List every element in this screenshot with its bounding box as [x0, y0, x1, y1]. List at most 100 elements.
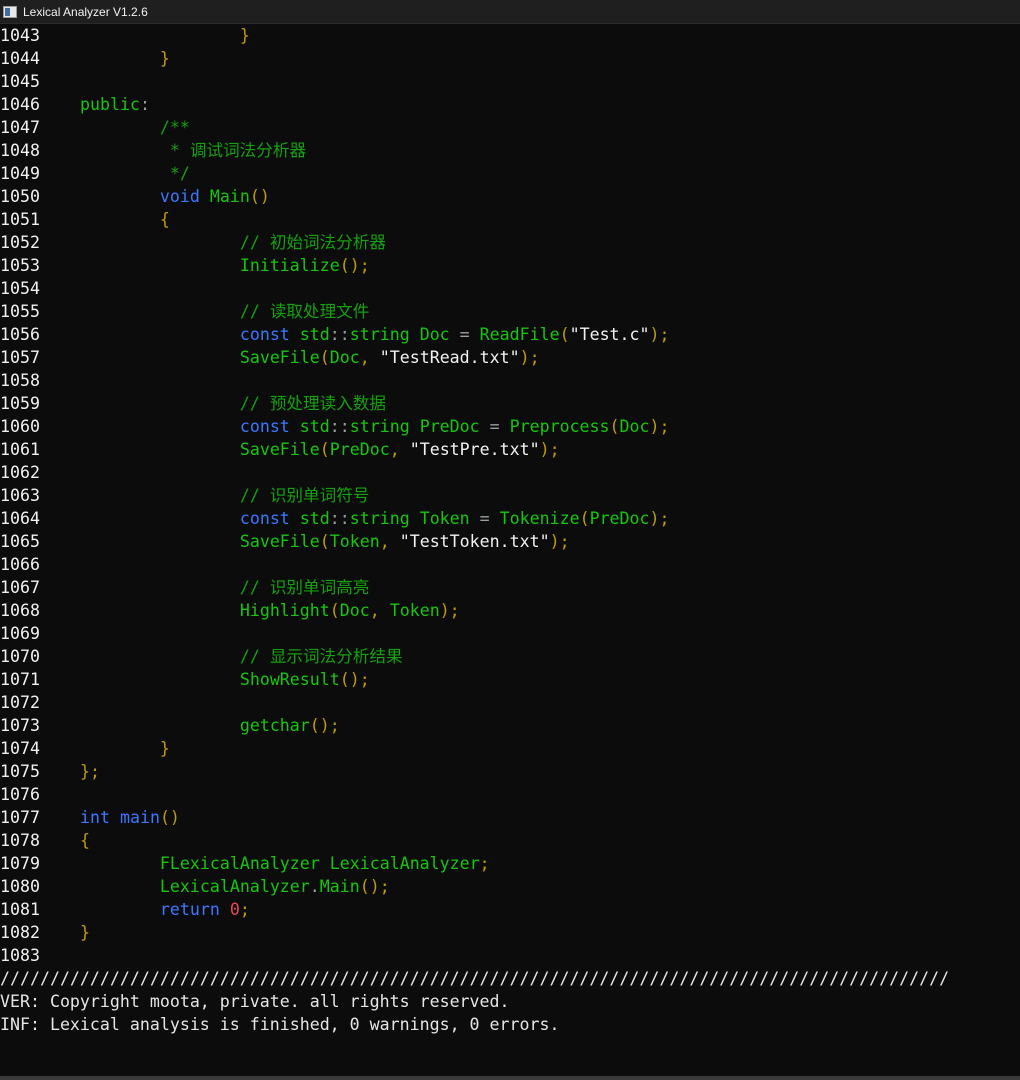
code-line: 1075};	[0, 760, 1020, 783]
code-line: 1049 */	[0, 162, 1020, 185]
code-token: const	[80, 509, 300, 528]
code-token: }	[80, 739, 170, 758]
code-line: 1065 SaveFile(Token, "TestToken.txt");	[0, 530, 1020, 553]
line-number: 1079	[0, 854, 40, 873]
code-token: main	[119, 808, 160, 827]
console-window-icon	[3, 5, 17, 18]
code-token: Doc	[339, 601, 370, 620]
line-number: 1064	[0, 509, 40, 528]
code-line: 1068 Highlight(Doc, Token);	[0, 599, 1020, 622]
info-line: INF: Lexical analysis is finished, 0 war…	[0, 1015, 560, 1034]
line-number: 1056	[0, 325, 40, 344]
code-token: Token	[329, 532, 380, 551]
line-number: 1066	[0, 555, 40, 574]
line-number: 1054	[0, 279, 40, 298]
line-number: 1049	[0, 164, 40, 183]
code-token: ,	[359, 348, 380, 367]
code-token: void	[80, 187, 210, 206]
line-number: 1070	[0, 647, 40, 666]
line-number: 1082	[0, 923, 40, 942]
code-token: // 识别单词符号	[80, 486, 370, 505]
code-token: ,	[389, 440, 410, 459]
line-number: 1060	[0, 417, 40, 436]
code-token: ::	[329, 325, 350, 344]
code-token: SaveFile	[80, 440, 320, 459]
code-line: 1080 LexicalAnalyzer.Main();	[0, 875, 1020, 898]
code-token: );	[439, 601, 460, 620]
code-token: string	[349, 325, 420, 344]
code-line: 1067 // 识别单词高亮	[0, 576, 1020, 599]
line-number: 1051	[0, 210, 40, 229]
code-token: Token	[419, 509, 480, 528]
code-token: const	[80, 325, 300, 344]
code-line: 1053 Initialize();	[0, 254, 1020, 277]
code-line: 1063 // 识别单词符号	[0, 484, 1020, 507]
code-token: (	[319, 532, 330, 551]
code-token: public	[80, 95, 140, 114]
code-token: );	[519, 348, 540, 367]
code-token: );	[649, 325, 670, 344]
code-token: SaveFile	[80, 348, 320, 367]
code-line: 1072	[0, 691, 1020, 714]
line-number: 1062	[0, 463, 40, 482]
code-token: "TestToken.txt"	[399, 532, 550, 551]
code-token: Doc	[329, 348, 360, 367]
code-token: ;	[479, 854, 490, 873]
code-token: Initialize	[80, 256, 340, 275]
code-token: LexicalAnalyzer	[329, 854, 480, 873]
code-line: 1043 }	[0, 24, 1020, 47]
code-listing: 1043 } 1044 } 1045 1046 public: 1047 /** 1048 …	[0, 24, 1020, 967]
line-number: 1076	[0, 785, 40, 804]
line-number: 1073	[0, 716, 40, 735]
code-token: (	[319, 348, 330, 367]
code-line: 1052 // 初始词法分析器	[0, 231, 1020, 254]
code-token: 0	[229, 900, 240, 919]
line-number: 1047	[0, 118, 40, 137]
line-number: 1077	[0, 808, 40, 827]
code-token: =	[479, 509, 500, 528]
code-token: std	[299, 417, 330, 436]
code-line: 1045	[0, 70, 1020, 93]
console-output[interactable]: 1043 } 1044 } 1045 1046 public: 1047 /** 1048 …	[0, 24, 1020, 1076]
line-number: 1078	[0, 831, 40, 850]
code-token: // 预处理读入数据	[80, 394, 386, 413]
code-token: }	[80, 923, 90, 942]
code-token: ::	[329, 509, 350, 528]
code-token: };	[80, 762, 100, 781]
code-token: (	[609, 417, 620, 436]
line-number: 1061	[0, 440, 40, 459]
line-number: 1058	[0, 371, 40, 390]
line-number: 1072	[0, 693, 40, 712]
code-token: (	[559, 325, 570, 344]
code-token: string	[349, 417, 420, 436]
code-token: {	[80, 210, 170, 229]
code-token: ();	[339, 670, 370, 689]
line-number: 1057	[0, 348, 40, 367]
code-token: ::	[329, 417, 350, 436]
code-token: }	[80, 26, 250, 45]
code-token: =	[489, 417, 510, 436]
code-line: 1056 const std::string Doc = ReadFile("T…	[0, 323, 1020, 346]
code-token: );	[539, 440, 560, 459]
code-token: Doc	[619, 417, 650, 436]
code-token: /**	[80, 118, 190, 137]
code-token: int	[80, 808, 120, 827]
code-line: 1064 const std::string Token = Tokenize(…	[0, 507, 1020, 530]
line-number: 1081	[0, 900, 40, 919]
code-token: (	[329, 601, 340, 620]
window-titlebar[interactable]: Lexical Analyzer V1.2.6	[0, 0, 1020, 24]
line-number: 1063	[0, 486, 40, 505]
code-line: 1059 // 预处理读入数据	[0, 392, 1020, 415]
line-number: 1053	[0, 256, 40, 275]
line-number: 1071	[0, 670, 40, 689]
code-token: string	[349, 509, 420, 528]
line-number: 1068	[0, 601, 40, 620]
line-number: 1046	[0, 95, 40, 114]
line-number: 1075	[0, 762, 40, 781]
code-token: getchar	[80, 716, 310, 735]
code-token: PreDoc	[329, 440, 390, 459]
code-line: 1050 void Main()	[0, 185, 1020, 208]
window-title: Lexical Analyzer V1.2.6	[23, 4, 148, 19]
code-token: ,	[369, 601, 390, 620]
code-token: Highlight	[80, 601, 330, 620]
